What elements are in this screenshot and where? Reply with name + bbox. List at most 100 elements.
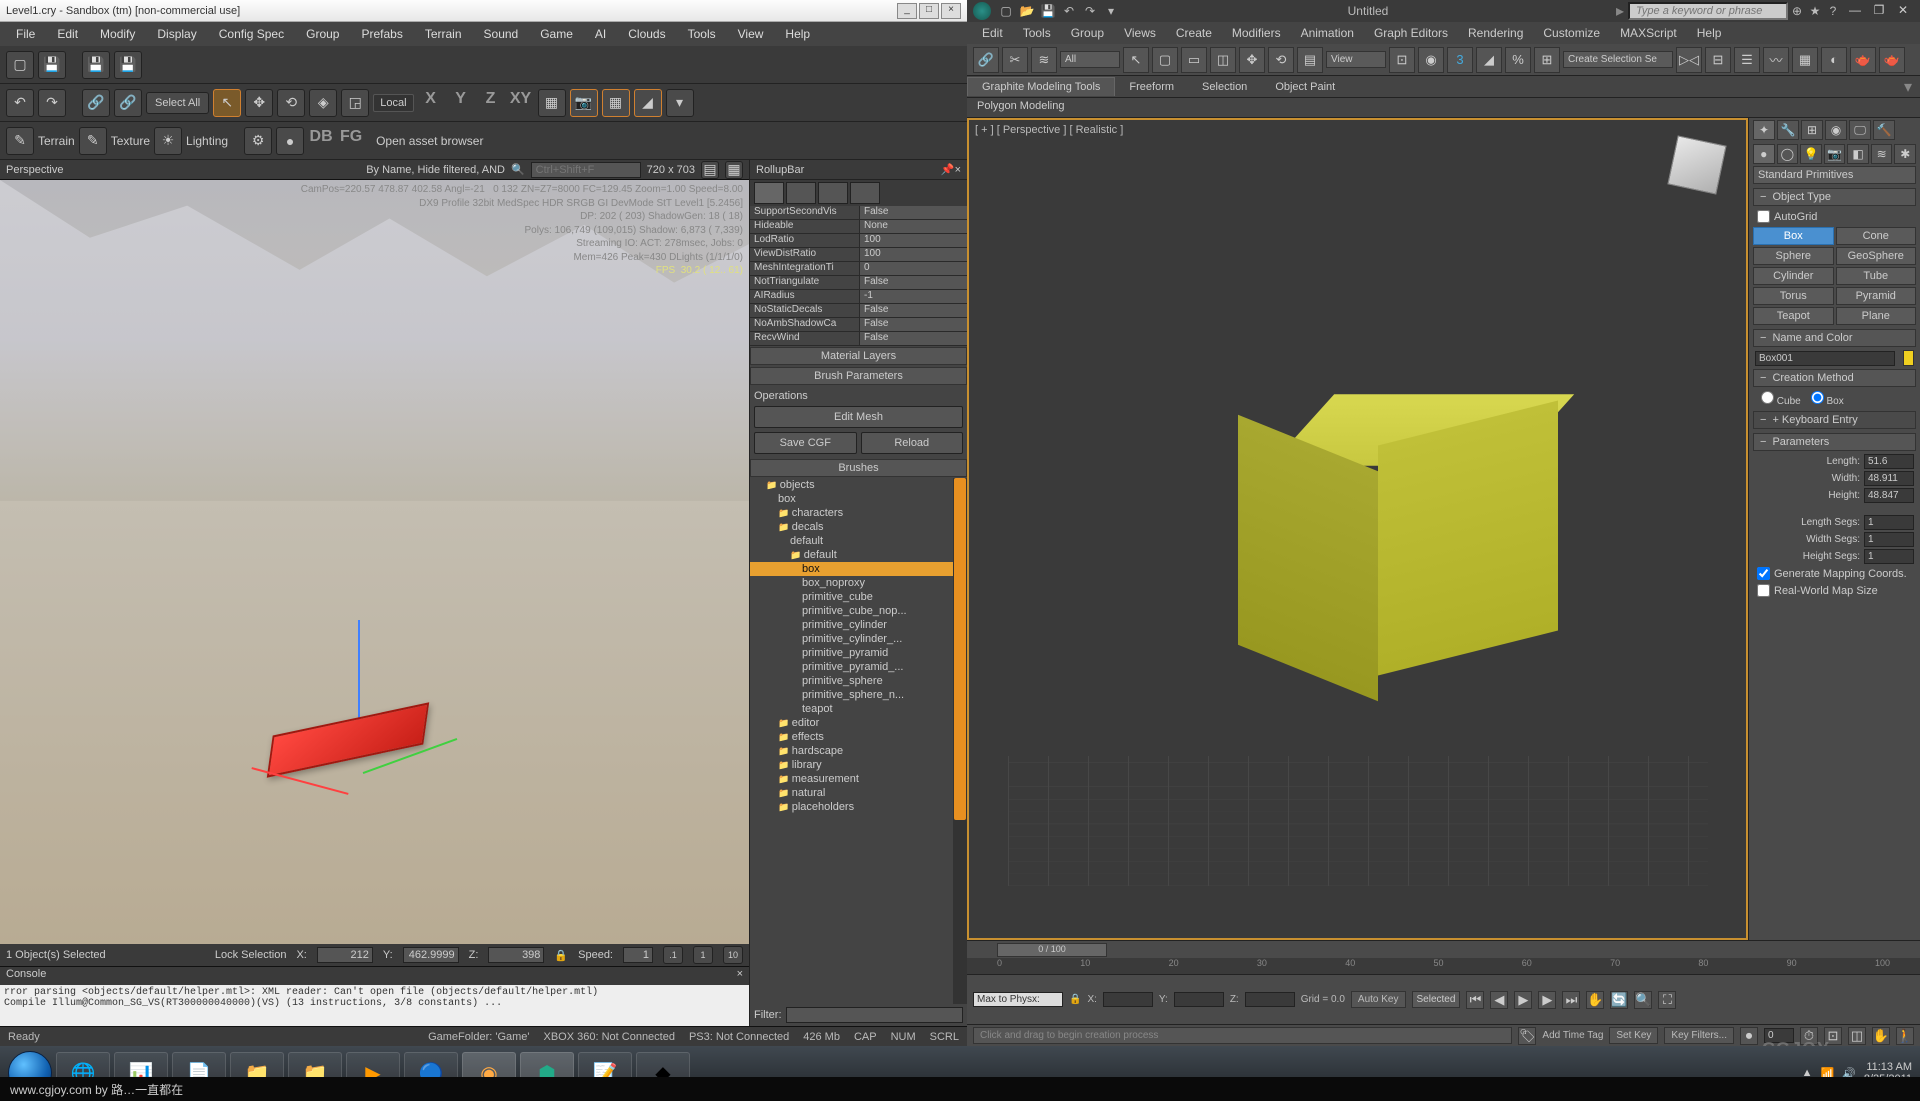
tree-item[interactable]: primitive_cylinder — [750, 618, 967, 632]
gear-icon[interactable]: ⚙ — [244, 127, 272, 155]
maxscript-listener[interactable] — [973, 992, 1063, 1007]
menu-tools[interactable]: Tools — [1014, 24, 1060, 42]
reload-button[interactable]: Reload — [861, 432, 964, 454]
gizmo-x-axis[interactable] — [251, 767, 348, 795]
play-icon[interactable]: ▶ — [1514, 991, 1532, 1009]
tree-effects[interactable]: effects — [750, 730, 967, 744]
refcoord-dropdown[interactable]: View — [1326, 51, 1386, 68]
max-close[interactable]: ✕ — [1892, 3, 1914, 19]
console-close-icon[interactable]: × — [737, 968, 743, 984]
tree-item[interactable]: primitive_sphere — [750, 674, 967, 688]
prim-plane[interactable]: Plane — [1836, 307, 1917, 325]
link-icon[interactable]: 🔗 — [82, 89, 110, 117]
nav-maximize-icon[interactable]: ⛶ — [1658, 991, 1676, 1009]
axis-y[interactable]: Y — [448, 90, 474, 116]
timetag-icon[interactable]: 🏷 — [1518, 1027, 1536, 1045]
menu-help[interactable]: Help — [775, 24, 820, 44]
max-search-input[interactable] — [1628, 2, 1788, 20]
menu-help[interactable]: Help — [1688, 24, 1731, 42]
coord-y-input[interactable] — [403, 947, 459, 963]
add-time-tag[interactable]: Add Time Tag — [1542, 1030, 1603, 1041]
prim-tube[interactable]: Tube — [1836, 267, 1917, 285]
menu-view[interactable]: View — [728, 24, 774, 44]
unlink-icon[interactable]: ✂ — [1002, 47, 1028, 73]
tree-default1[interactable]: default — [750, 534, 967, 548]
unlink-icon[interactable]: 🔗 — [114, 89, 142, 117]
motion-tab-icon[interactable]: ◉ — [1825, 120, 1847, 140]
object-name-input[interactable] — [1755, 351, 1895, 366]
graphite-tab-selection[interactable]: Selection — [1188, 78, 1261, 96]
lights-subtab-icon[interactable]: 💡 — [1800, 144, 1822, 164]
menu-animation[interactable]: Animation — [1292, 24, 1363, 42]
new-icon[interactable]: ▢ — [6, 51, 34, 79]
rotate-tool-icon[interactable]: ⟲ — [277, 89, 305, 117]
rollup-tab-1[interactable] — [754, 182, 784, 204]
viewport-type[interactable]: Perspective — [6, 164, 63, 176]
close-button[interactable]: × — [941, 3, 961, 19]
prim-teapot[interactable]: Teapot — [1753, 307, 1834, 325]
systems-subtab-icon[interactable]: ✱ — [1894, 144, 1916, 164]
graphite-tab-modeling[interactable]: Graphite Modeling Tools — [967, 77, 1115, 96]
star-icon[interactable]: ★ — [1806, 2, 1824, 20]
nav-fov-icon[interactable]: ◫ — [1848, 1027, 1866, 1045]
speed-1[interactable]: 1 — [693, 946, 713, 964]
hierarchy-tab-icon[interactable]: ⊞ — [1801, 120, 1823, 140]
vp-opt1-icon[interactable]: ▤ — [701, 161, 719, 179]
quick-save-icon[interactable]: 💾 — [1039, 2, 1057, 20]
object-color-swatch[interactable] — [1903, 350, 1914, 366]
scale-icon[interactable]: ▤ — [1297, 47, 1323, 73]
goto-end-icon[interactable]: ⏭ — [1562, 991, 1580, 1009]
selection-filter[interactable]: All — [1060, 51, 1120, 68]
texture-label[interactable]: Texture — [111, 134, 150, 148]
viewcube[interactable] — [1662, 130, 1732, 200]
menu-edit[interactable]: Edit — [973, 24, 1012, 42]
menu-edit[interactable]: Edit — [47, 24, 88, 44]
display-tab-icon[interactable]: 🖵 — [1849, 120, 1871, 140]
viewport-label[interactable]: [ + ] [ Perspective ] [ Realistic ] — [975, 124, 1123, 136]
sun-icon[interactable]: ☀ — [154, 127, 182, 155]
percent-snap-icon[interactable]: % — [1505, 47, 1531, 73]
object-type-rollout[interactable]: Object Type — [1753, 188, 1916, 206]
vp-opt2-icon[interactable]: ▦ — [725, 161, 743, 179]
transform-x[interactable] — [1103, 992, 1153, 1007]
mirror-icon[interactable]: ▷◁ — [1676, 47, 1702, 73]
utilities-tab-icon[interactable]: 🔨 — [1873, 120, 1895, 140]
menu-modify[interactable]: Modify — [90, 24, 145, 44]
ribbon-collapse-icon[interactable]: ▾ — [1896, 77, 1920, 97]
help-icon[interactable]: ? — [1824, 2, 1842, 20]
menu-display[interactable]: Display — [147, 24, 206, 44]
max-minimize[interactable]: — — [1844, 3, 1866, 19]
window-crossing-icon[interactable]: ◫ — [1210, 47, 1236, 73]
menu-customize[interactable]: Customize — [1534, 24, 1609, 42]
tree-natural[interactable]: natural — [750, 786, 967, 800]
prim-cylinder[interactable]: Cylinder — [1753, 267, 1834, 285]
minimize-button[interactable]: _ — [897, 3, 917, 19]
tree-item[interactable]: primitive_pyramid_... — [750, 660, 967, 674]
geometry-subtab-icon[interactable]: ● — [1753, 144, 1775, 164]
spacewarps-subtab-icon[interactable]: ≋ — [1871, 144, 1893, 164]
tree-item[interactable]: primitive_pyramid — [750, 646, 967, 660]
tree-hardscape[interactable]: hardscape — [750, 744, 967, 758]
speed-01[interactable]: .1 — [663, 946, 683, 964]
speed-input[interactable] — [623, 947, 653, 963]
lighting-label[interactable]: Lighting — [186, 134, 228, 148]
modify-tab-icon[interactable]: 🔧 — [1777, 120, 1799, 140]
shapes-subtab-icon[interactable]: ◯ — [1777, 144, 1799, 164]
quick-new-icon[interactable]: ▢ — [997, 2, 1015, 20]
named-selection[interactable]: Create Selection Se — [1563, 51, 1673, 68]
tree-characters[interactable]: characters — [750, 506, 967, 520]
nav-zoom-icon[interactable]: 🔍 — [1634, 991, 1652, 1009]
keyboard-entry-rollout[interactable]: + Keyboard Entry — [1753, 411, 1916, 429]
create-tab-icon[interactable]: ✦ — [1753, 120, 1775, 140]
layers-icon[interactable]: ☰ — [1734, 47, 1760, 73]
tree-item[interactable]: box_noproxy — [750, 576, 967, 590]
tree-objects[interactable]: objects — [750, 478, 967, 492]
graphite-tab-freeform[interactable]: Freeform — [1115, 78, 1188, 96]
prim-box[interactable]: Box — [1753, 227, 1834, 245]
menu-game[interactable]: Game — [530, 24, 583, 44]
helpers-subtab-icon[interactable]: ◧ — [1847, 144, 1869, 164]
menu-group[interactable]: Group — [296, 24, 349, 44]
open-asset-browser[interactable]: Open asset browser — [368, 134, 491, 148]
save3-icon[interactable]: 💾 — [114, 51, 142, 79]
coordspace-dropdown[interactable]: Local — [373, 94, 413, 112]
